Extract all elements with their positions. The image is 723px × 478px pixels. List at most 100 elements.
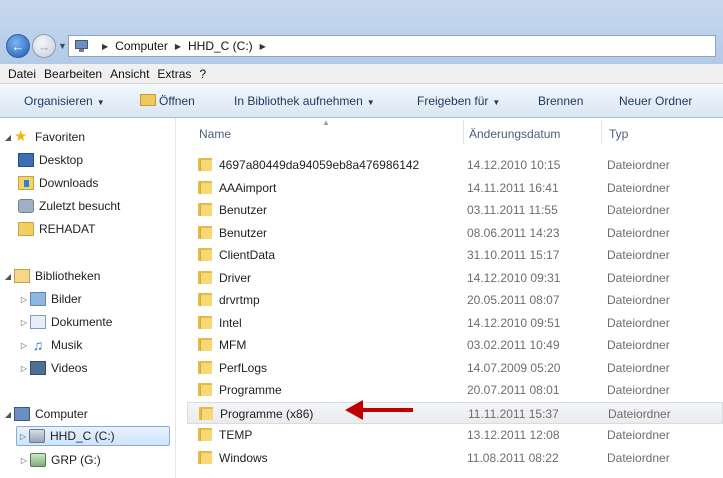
recent-pages-dropdown-icon[interactable]: ▼ <box>58 41 67 51</box>
open-button[interactable]: Öffnen <box>140 94 195 108</box>
nav-downloads[interactable]: Downloads <box>18 173 98 193</box>
expanded-triangle-icon[interactable]: ◢ <box>2 133 14 142</box>
file-name: 4697a80449da94059eb8a476986142 <box>219 158 420 172</box>
nav-desktop[interactable]: Desktop <box>18 150 83 170</box>
annotation-arrow-head <box>345 400 363 420</box>
nav-favorites-label: Favoriten <box>35 130 86 144</box>
arrow-right-icon: → <box>37 38 51 54</box>
file-row[interactable]: ClientData 31.10.2011 15:17 Dateiordner <box>187 244 723 266</box>
nav-downloads-label: Downloads <box>39 176 99 190</box>
column-header-row: ▲ Name Änderungsdatum Typ <box>177 118 723 146</box>
nav-videos-label: Videos <box>51 361 88 375</box>
nav-documents[interactable]: ▷ Dokumente <box>18 312 112 332</box>
collapsed-triangle-icon[interactable]: ▷ <box>18 341 30 350</box>
nav-recent-label: Zuletzt besucht <box>39 199 121 213</box>
back-button[interactable]: ← <box>6 34 30 58</box>
file-name: ClientData <box>219 248 276 262</box>
file-row[interactable]: PerfLogs 14.07.2009 05:20 Dateiordner <box>187 357 723 379</box>
folder-icon <box>18 222 34 236</box>
folder-icon <box>198 225 212 239</box>
chevron-right-icon[interactable]: ▶ <box>260 42 266 51</box>
file-row[interactable]: MFM 03.02.2011 10:49 Dateiordner <box>187 334 723 356</box>
organize-button[interactable]: Organisieren ▼ <box>24 94 105 108</box>
address-bar[interactable]: ▶ Computer ▶ HHD_C (C:) ▶ <box>68 35 716 57</box>
collapsed-triangle-icon[interactable]: ▷ <box>18 295 30 304</box>
folder-icon <box>198 383 212 396</box>
column-divider[interactable] <box>601 120 602 144</box>
file-type: Dateiordner <box>607 383 670 397</box>
file-row[interactable]: Windows 11.08.2011 08:22 Dateiordner <box>187 447 723 469</box>
nav-pictures[interactable]: ▷ Bilder <box>18 289 82 309</box>
nav-drive-c[interactable]: ▷ HHD_C (C:) <box>16 426 170 446</box>
column-header-date[interactable]: Änderungsdatum <box>469 127 560 141</box>
menu-view[interactable]: Ansicht <box>110 67 149 81</box>
expanded-triangle-icon[interactable]: ◢ <box>2 410 14 419</box>
file-row[interactable]: Driver 14.12.2010 09:31 Dateiordner <box>187 267 723 289</box>
file-row[interactable]: Programme (x86) 11.11.2011 15:37 Dateiordn… <box>187 401 723 424</box>
collapsed-triangle-icon[interactable]: ▷ <box>17 432 29 441</box>
file-modified-date: 20.05.2011 08:07 <box>467 293 560 307</box>
file-row[interactable]: drvrtmp 20.05.2011 08:07 Dateiordner <box>187 289 723 311</box>
nav-recent[interactable]: Zuletzt besucht <box>18 196 120 216</box>
chevron-right-icon[interactable]: ▶ <box>175 42 181 51</box>
nav-drive-g[interactable]: ▷ GRP (G:) <box>18 450 101 470</box>
chevron-right-icon[interactable]: ▶ <box>102 42 108 51</box>
organize-label: Organisieren <box>24 94 93 108</box>
share-with-button[interactable]: Freigeben für ▼ <box>417 94 500 108</box>
column-header-type[interactable]: Typ <box>609 127 628 141</box>
nav-videos[interactable]: ▷ Videos <box>18 358 87 378</box>
recent-places-icon <box>18 199 34 213</box>
music-note-icon: ♫ <box>32 337 44 353</box>
column-header-name[interactable]: Name <box>199 127 231 141</box>
burn-button[interactable]: Brennen <box>538 94 583 108</box>
downloads-folder-icon <box>18 176 34 190</box>
file-modified-date: 20.07.2011 08:01 <box>467 383 560 397</box>
network-drive-icon <box>30 453 46 467</box>
file-type: Dateiordner <box>607 270 670 285</box>
nav-documents-label: Dokumente <box>51 315 113 329</box>
nav-desktop-label: Desktop <box>39 153 84 167</box>
breadcrumb-computer[interactable]: Computer <box>115 39 168 53</box>
file-row[interactable]: 4697a80449da94059eb8a476986142 14.12.2010… <box>187 154 723 176</box>
forward-button[interactable]: → <box>32 34 56 58</box>
menu-help[interactable]: ? <box>199 67 206 81</box>
file-type: Dateiordner <box>607 203 670 217</box>
documents-library-icon <box>30 315 46 329</box>
nav-rehadat[interactable]: REHADAT <box>18 219 95 239</box>
file-name: Benutzer <box>219 225 268 240</box>
file-type: Dateiordner <box>607 293 670 307</box>
file-row[interactable]: AAAimport 14.11.2011 16:41 Dateiordner <box>187 177 723 199</box>
file-modified-date: 14.11.2011 16:41 <box>467 180 559 195</box>
file-modified-date: 08.06.2011 14:23 <box>467 225 560 240</box>
nav-favorites[interactable]: ◢ ★ Favoriten <box>2 127 85 147</box>
nav-libraries[interactable]: ◢ Bibliotheken <box>2 266 100 286</box>
menu-file[interactable]: Datei <box>8 67 36 81</box>
nav-computer[interactable]: ◢ Computer <box>2 404 88 424</box>
menu-edit[interactable]: Bearbeiten <box>44 67 102 81</box>
collapsed-triangle-icon[interactable]: ▷ <box>18 456 30 465</box>
menu-tools[interactable]: Extras <box>157 67 191 81</box>
collapsed-triangle-icon[interactable]: ▷ <box>18 364 30 373</box>
file-row[interactable]: Benutzer 08.06.2011 14:23 Dateiordner <box>187 222 723 244</box>
file-row[interactable]: Intel 14.12.2010 09:51 Dateiordner <box>187 312 723 334</box>
column-divider[interactable] <box>463 120 464 144</box>
annotation-arrow <box>345 400 413 420</box>
file-row[interactable]: Programme 20.07.2011 08:01 Dateiordner <box>187 379 723 401</box>
collapsed-triangle-icon[interactable]: ▷ <box>18 318 30 327</box>
file-name: Driver <box>219 270 251 285</box>
file-modified-date: 11.08.2011 08:22 <box>467 450 559 465</box>
add-to-library-button[interactable]: In Bibliothek aufnehmen ▼ <box>234 94 375 108</box>
expanded-triangle-icon[interactable]: ◢ <box>2 272 14 281</box>
breadcrumb-drive-c[interactable]: HHD_C (C:) <box>188 39 253 53</box>
file-row[interactable]: Benutzer 03.11.2011 11:55 Dateiordner <box>187 199 723 221</box>
open-label: Öffnen <box>159 94 195 108</box>
file-name: MFM <box>219 338 247 352</box>
file-modified-date: 13.12.2011 12:08 <box>467 428 560 442</box>
folder-icon <box>198 428 212 441</box>
file-name: Benutzer <box>219 203 268 217</box>
pictures-library-icon <box>30 292 46 306</box>
file-row[interactable]: TEMP 13.12.2011 12:08 Dateiordner <box>187 424 723 446</box>
new-folder-button[interactable]: Neuer Ordner <box>619 94 692 108</box>
nav-music[interactable]: ▷ ♫ Musik <box>18 335 82 355</box>
file-modified-date: 14.07.2009 05:20 <box>467 360 561 375</box>
